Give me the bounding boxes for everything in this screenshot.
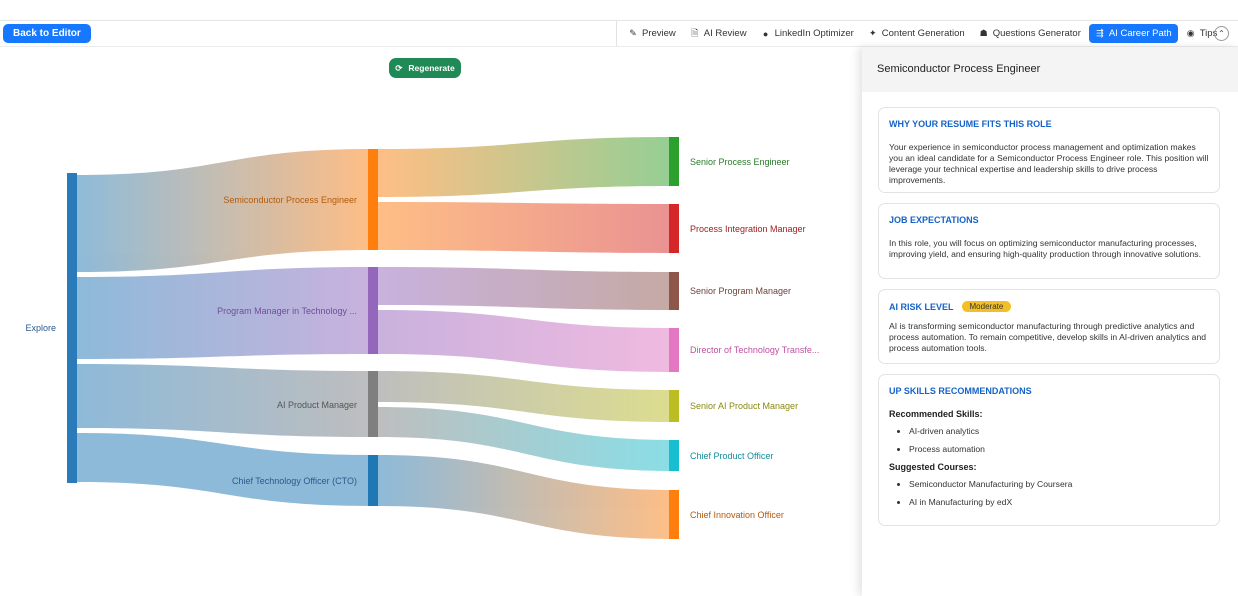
toolbar-divider [616, 21, 617, 46]
tab-label: Preview [642, 28, 676, 39]
node-director-technology-transfer[interactable] [669, 328, 679, 372]
expectations-title: JOB EXPECTATIONS [889, 215, 979, 225]
label-senior-process-engineer: Senior Process Engineer [690, 157, 790, 167]
skill-item: Process automation [909, 444, 1209, 455]
fits-card: WHY YOUR RESUME FITS THIS ROLE Your expe… [878, 107, 1220, 193]
link-explore-semiconductor [77, 149, 371, 272]
ai-risk-header: AI RISK LEVEL Moderate [889, 301, 1209, 312]
node-senior-program-manager[interactable] [669, 272, 679, 310]
label-chief-product-officer: Chief Product Officer [690, 451, 773, 461]
label-chief-innovation-officer: Chief Innovation Officer [690, 510, 784, 520]
review-icon: 🗎 [691, 27, 699, 38]
node-chief-product-officer[interactable] [669, 440, 679, 471]
tab-preview[interactable]: ✎ Preview [622, 24, 682, 43]
role-details-panel: Semiconductor Process Engineer WHY YOUR … [862, 47, 1238, 596]
label-semiconductor-process-engineer: Semiconductor Process Engineer [223, 195, 357, 205]
recommended-skills-label: Recommended Skills: [889, 409, 983, 419]
label-ai-product-manager: AI Product Manager [277, 400, 357, 410]
tab-label: LinkedIn Optimizer [774, 28, 854, 39]
risk-level-badge: Moderate [961, 301, 1012, 312]
expectations-card: JOB EXPECTATIONS In this role, you will … [878, 203, 1220, 279]
label-explore: Explore [25, 323, 56, 333]
node-ai-product-manager[interactable] [368, 371, 378, 437]
ai-risk-body: AI is transforming semiconductor manufac… [889, 321, 1207, 353]
node-senior-process-engineer[interactable] [669, 137, 679, 186]
node-program-manager[interactable] [368, 267, 378, 354]
bulb-icon: ◉ [1186, 28, 1195, 38]
link-program-manager-senior-program-manager [378, 267, 674, 310]
courses-list: Semiconductor Manufacturing by Coursera … [889, 479, 1209, 508]
link-semiconductor-senior-process-engineer [378, 137, 674, 197]
node-senior-ai-product-manager[interactable] [669, 390, 679, 422]
sparkle-icon: ✦ [868, 28, 877, 38]
tool-tabs: ✎ Preview 🗎 AI Review ● LinkedIn Optimiz… [622, 24, 1225, 43]
ai-risk-title: AI RISK LEVEL [889, 301, 954, 312]
pen-icon: ✎ [629, 28, 637, 38]
link-explore-cto [77, 433, 371, 506]
tab-questions-generator[interactable]: ☗ Questions Generator [973, 24, 1087, 43]
node-chief-innovation-officer[interactable] [669, 490, 679, 539]
link-semiconductor-process-integration-manager [378, 202, 674, 253]
career-path-icon: ⇶ [1096, 28, 1104, 38]
tab-label: AI Review [703, 28, 747, 39]
linkedin-icon: ● [762, 28, 769, 39]
tab-content-generation[interactable]: ✦ Content Generation [862, 24, 971, 43]
node-explore[interactable] [67, 173, 77, 483]
panel-title: Semiconductor Process Engineer [862, 47, 1238, 92]
label-program-manager: Program Manager in Technology ... [217, 306, 357, 316]
label-senior-ai-product-manager: Senior AI Product Manager [690, 401, 798, 411]
link-program-manager-director-technology-transfer [378, 310, 674, 372]
label-senior-program-manager: Senior Program Manager [690, 286, 791, 296]
label-process-integration-manager: Process Integration Manager [690, 224, 806, 234]
label-director-technology-transfer: Director of Technology Transfe... [690, 345, 819, 355]
upskills-card: UP SKILLS RECOMMENDATIONS Recommended Sk… [878, 374, 1220, 526]
node-cto[interactable] [368, 455, 378, 506]
course-item: AI in Manufacturing by edX [909, 497, 1209, 508]
suggested-courses-label: Suggested Courses: [889, 462, 977, 472]
bot-icon: ☗ [979, 28, 988, 38]
tab-linkedin-optimizer[interactable]: ● LinkedIn Optimizer [755, 24, 860, 43]
label-cto: Chief Technology Officer (CTO) [232, 476, 357, 486]
back-to-editor-button[interactable]: Back to Editor [3, 24, 91, 43]
tab-label: Questions Generator [992, 28, 1081, 39]
toolbar: Back to Editor ✎ Preview 🗎 AI Review ● L… [0, 21, 1238, 47]
career-path-sankey: Explore Semiconductor Process Engineer P… [25, 137, 819, 539]
skills-list: AI-driven analytics Process automation [889, 426, 1209, 455]
fits-body: Your experience in semiconductor process… [889, 142, 1209, 185]
upskills-title: UP SKILLS RECOMMENDATIONS [889, 386, 1032, 396]
tab-ai-review[interactable]: 🗎 AI Review [684, 24, 753, 43]
node-semiconductor-process-engineer[interactable] [368, 149, 378, 250]
tab-ai-career-path[interactable]: ⇶ AI Career Path [1088, 24, 1178, 43]
node-process-integration-manager[interactable] [669, 204, 679, 253]
expectations-body: In this role, you will focus on optimizi… [889, 238, 1201, 259]
ai-risk-card: AI RISK LEVEL Moderate AI is transformin… [878, 289, 1220, 364]
tab-label: Content Generation [881, 28, 965, 39]
course-item: Semiconductor Manufacturing by Coursera [909, 479, 1209, 490]
fits-title: WHY YOUR RESUME FITS THIS ROLE [889, 119, 1052, 129]
skill-item: AI-driven analytics [909, 426, 1209, 437]
chevron-up-icon[interactable]: ⌃ [1214, 26, 1229, 41]
tab-label: AI Career Path [1108, 28, 1172, 39]
